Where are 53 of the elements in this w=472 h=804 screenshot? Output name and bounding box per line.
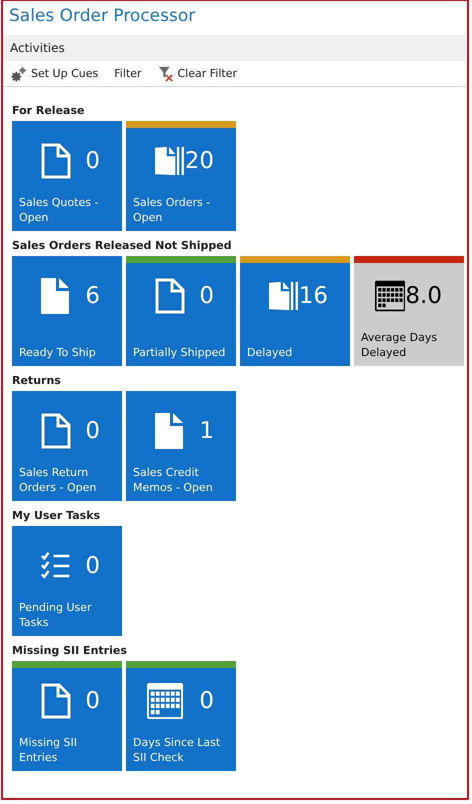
document-icon	[41, 683, 71, 719]
cue-tile[interactable]: 0 Partially Shipped	[126, 263, 236, 366]
cue-tile[interactable]: 16 Delayed	[240, 263, 350, 366]
cue-value: 20	[184, 148, 214, 174]
cue-label: Sales Orders - Open	[133, 195, 212, 225]
clear-filter-icon	[158, 66, 174, 82]
group-heading: For Release	[12, 104, 86, 119]
cue-value: 0	[85, 148, 100, 174]
cue-label: Ready To Ship	[19, 345, 97, 360]
calendar-icon	[375, 278, 406, 314]
cue-tile[interactable]: 1 Sales Credit Memos - Open	[126, 391, 236, 501]
window-title: Sales Order Processor	[8, 5, 196, 28]
toolbar-button[interactable]: Set Up Cues	[9, 64, 100, 82]
cue-value: 0	[85, 688, 100, 714]
cue-value: 0	[199, 688, 214, 714]
cue-label: Average Days Delayed	[361, 330, 438, 360]
cue-tile[interactable]: 0 Pending User Tasks	[12, 526, 122, 636]
document-icon	[155, 413, 185, 449]
cue-label: Sales Quotes - Open	[19, 195, 100, 225]
cue-value: 1	[199, 418, 214, 444]
cue-label: Missing SII Entries	[19, 735, 78, 765]
toolbar-button[interactable]: Clear Filter	[156, 64, 240, 82]
cue-tile[interactable]: 0 Sales Return Orders - Open	[12, 391, 122, 501]
cue-label: Sales Credit Memos - Open	[133, 465, 214, 495]
cue-value: 0	[85, 418, 100, 444]
document-icon	[41, 143, 71, 179]
cue-tile[interactable]: 8.0 Average Days Delayed	[354, 263, 464, 366]
cue-label: Days Since Last SII Check	[133, 735, 222, 765]
cue-tile[interactable]: 0 Days Since Last SII Check	[126, 668, 236, 771]
toolbar-button[interactable]: Filter	[112, 66, 144, 81]
group-heading: Returns	[12, 374, 62, 389]
cue-label: Pending User Tasks	[19, 600, 93, 630]
group-heading: Missing SII Entries	[12, 644, 128, 659]
group-heading: My User Tasks	[12, 509, 102, 524]
document-icon	[41, 413, 71, 449]
cue-tile[interactable]: 0 Sales Quotes - Open	[12, 121, 122, 231]
cue-label: Sales Return Orders - Open	[19, 465, 98, 495]
cue-tile[interactable]: 20 Sales Orders - Open	[126, 128, 236, 231]
cue-value: 6	[85, 283, 100, 309]
cue-label: Partially Shipped	[133, 345, 226, 360]
cue-value: 0	[85, 553, 100, 579]
gears-icon	[11, 66, 27, 82]
group-heading: Sales Orders Released Not Shipped	[12, 239, 233, 254]
document-icon	[155, 278, 185, 314]
cue-tile[interactable]: 6 Ready To Ship	[12, 256, 122, 366]
cue-tile[interactable]: 0 Missing SII Entries	[12, 668, 122, 771]
cue-value: 16	[298, 283, 328, 309]
calendar-icon	[147, 683, 183, 719]
document-icon	[41, 278, 71, 314]
cue-value: 8.0	[405, 283, 442, 309]
part-title: Activities	[10, 41, 65, 55]
cue-value: 0	[199, 283, 214, 309]
cue-label: Delayed	[247, 345, 294, 360]
